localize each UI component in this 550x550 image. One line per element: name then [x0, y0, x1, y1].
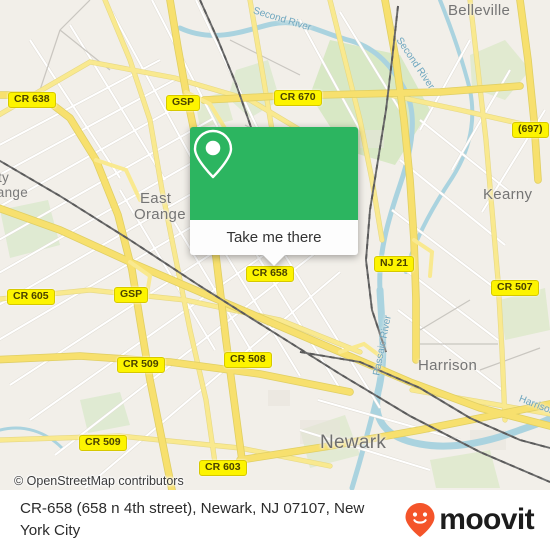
road-shield-nj-21[interactable]: NJ 21	[374, 256, 415, 272]
road-shield-cr-509-lower[interactable]: CR 509	[79, 435, 127, 451]
place-label-belleville: Belleville	[448, 2, 511, 19]
footer-bar: CR-658 (658 n 4th street), Newark, NJ 07…	[0, 490, 550, 550]
place-label-kearny: Kearny	[483, 186, 533, 203]
map-canvas[interactable]: .road-major{stroke:#f7e06e;stroke-width:…	[0, 0, 550, 490]
place-label-newark: Newark	[320, 432, 387, 453]
location-popup-card[interactable]: Take me there	[190, 127, 358, 266]
popup-pin-area	[190, 127, 358, 220]
road-shield-gsp-top[interactable]: GSP	[166, 95, 201, 111]
road-shield-cr-507[interactable]: CR 507	[491, 280, 539, 296]
road-shield-gsp-mid[interactable]: GSP	[114, 287, 149, 303]
road-shield-697[interactable]: (697)	[512, 122, 549, 138]
road-shield-cr-638[interactable]: CR 638	[8, 92, 56, 108]
place-label-orange: Orange	[134, 206, 186, 223]
map-pin-icon	[193, 129, 233, 179]
address-text: CR-658 (658 n 4th street), Newark, NJ 07…	[20, 500, 365, 539]
moovit-wordmark: moovit	[439, 503, 534, 536]
moovit-pin-icon	[405, 503, 435, 537]
road-shield-cr-658[interactable]: CR 658	[246, 266, 294, 282]
road-shield-cr-605[interactable]: CR 605	[7, 289, 55, 305]
take-me-there-label: Take me there	[226, 229, 322, 246]
popup-tail	[263, 255, 285, 266]
osm-attribution[interactable]: © OpenStreetMap contributors	[14, 474, 184, 488]
place-label-east: East	[140, 190, 172, 207]
road-shield-cr-603[interactable]: CR 603	[199, 460, 247, 476]
place-label-harrison: Harrison	[418, 357, 478, 374]
road-shield-cr-670[interactable]: CR 670	[274, 90, 322, 106]
place-label-city-partial: ty	[0, 170, 10, 185]
take-me-there-button[interactable]: Take me there	[190, 220, 358, 255]
road-shield-cr-509-upper[interactable]: CR 509	[117, 357, 165, 373]
road-shield-cr-508[interactable]: CR 508	[224, 352, 272, 368]
moovit-logo[interactable]: moovit	[404, 502, 550, 538]
map-screenshot: .road-major{stroke:#f7e06e;stroke-width:…	[0, 0, 550, 550]
place-label-orange-partial: range	[0, 185, 29, 200]
